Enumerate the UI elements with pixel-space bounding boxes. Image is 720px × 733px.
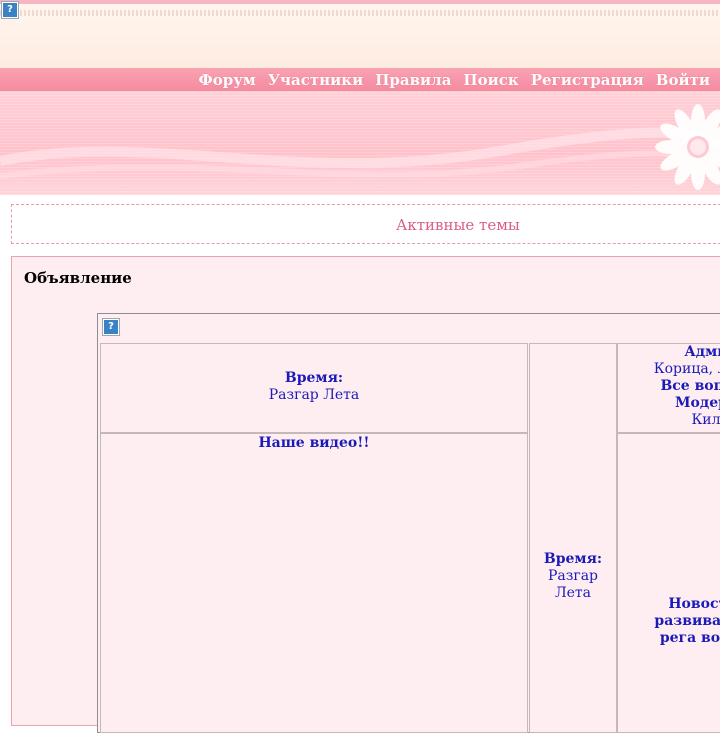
news-line-2: развивается [654,613,720,629]
time-value: Разгар Лета [268,387,360,403]
moderators-names: Кил [691,412,720,428]
admin-questions: Все вопрос [660,378,720,394]
news-line-3: рега во все [659,630,720,646]
header-stripe [0,10,720,16]
video-cell: Наше видео!! [100,433,528,733]
time-label: Время: [284,370,344,386]
announcement-table: ? Время: Разгар Лета Наше видео!! Время:… [97,313,720,733]
moderators-heading: Модера [675,395,720,411]
nav-item-forum[interactable]: Форум [198,71,255,89]
announcement-panel: Объявление ? Время: Разгар Лета Наше вид… [11,256,720,733]
broken-image-icon: ? [2,2,18,18]
nav-item-members[interactable]: Участники [268,71,363,89]
admin-names: Корица, Люба [653,361,720,377]
news-cell: Новости! развивается рега во все [617,433,720,733]
admin-heading: Адми [684,344,720,360]
nav-item-search[interactable]: Поиск [463,71,518,89]
time-cell: Время: Разгар Лета [100,343,528,433]
nav-item-register[interactable]: Регистрация [531,71,644,89]
nav-item-rules[interactable]: Правила [375,71,451,89]
nav-menu: Форум Участники Правила Поиск Регистраци… [198,71,710,89]
admin-cell: Адми Корица, Люба Все вопрос Модера Кил [617,343,720,433]
broken-image-icon: ? [103,319,119,335]
news-heading: Новости! [668,596,720,612]
top-navbar: Форум Участники Правила Поиск Регистраци… [0,68,720,91]
video-title: Наше видео!! [258,435,370,451]
daisy-icon [655,104,720,190]
announcement-title: Объявление [24,269,132,287]
time-side-cell: Время: Разгар Лета [529,343,617,733]
time-side-value-1: Разгар [547,568,599,584]
active-topics-link[interactable]: Активные темы [396,216,520,234]
active-topics-bar: Активные темы [11,204,720,244]
nav-item-login[interactable]: Войти [656,71,710,89]
time-side-label: Время: [543,551,603,567]
time-side-value-2: Лета [554,585,592,601]
header-band [0,0,720,72]
banner-decoration [0,104,720,190]
header-banner [0,91,720,195]
